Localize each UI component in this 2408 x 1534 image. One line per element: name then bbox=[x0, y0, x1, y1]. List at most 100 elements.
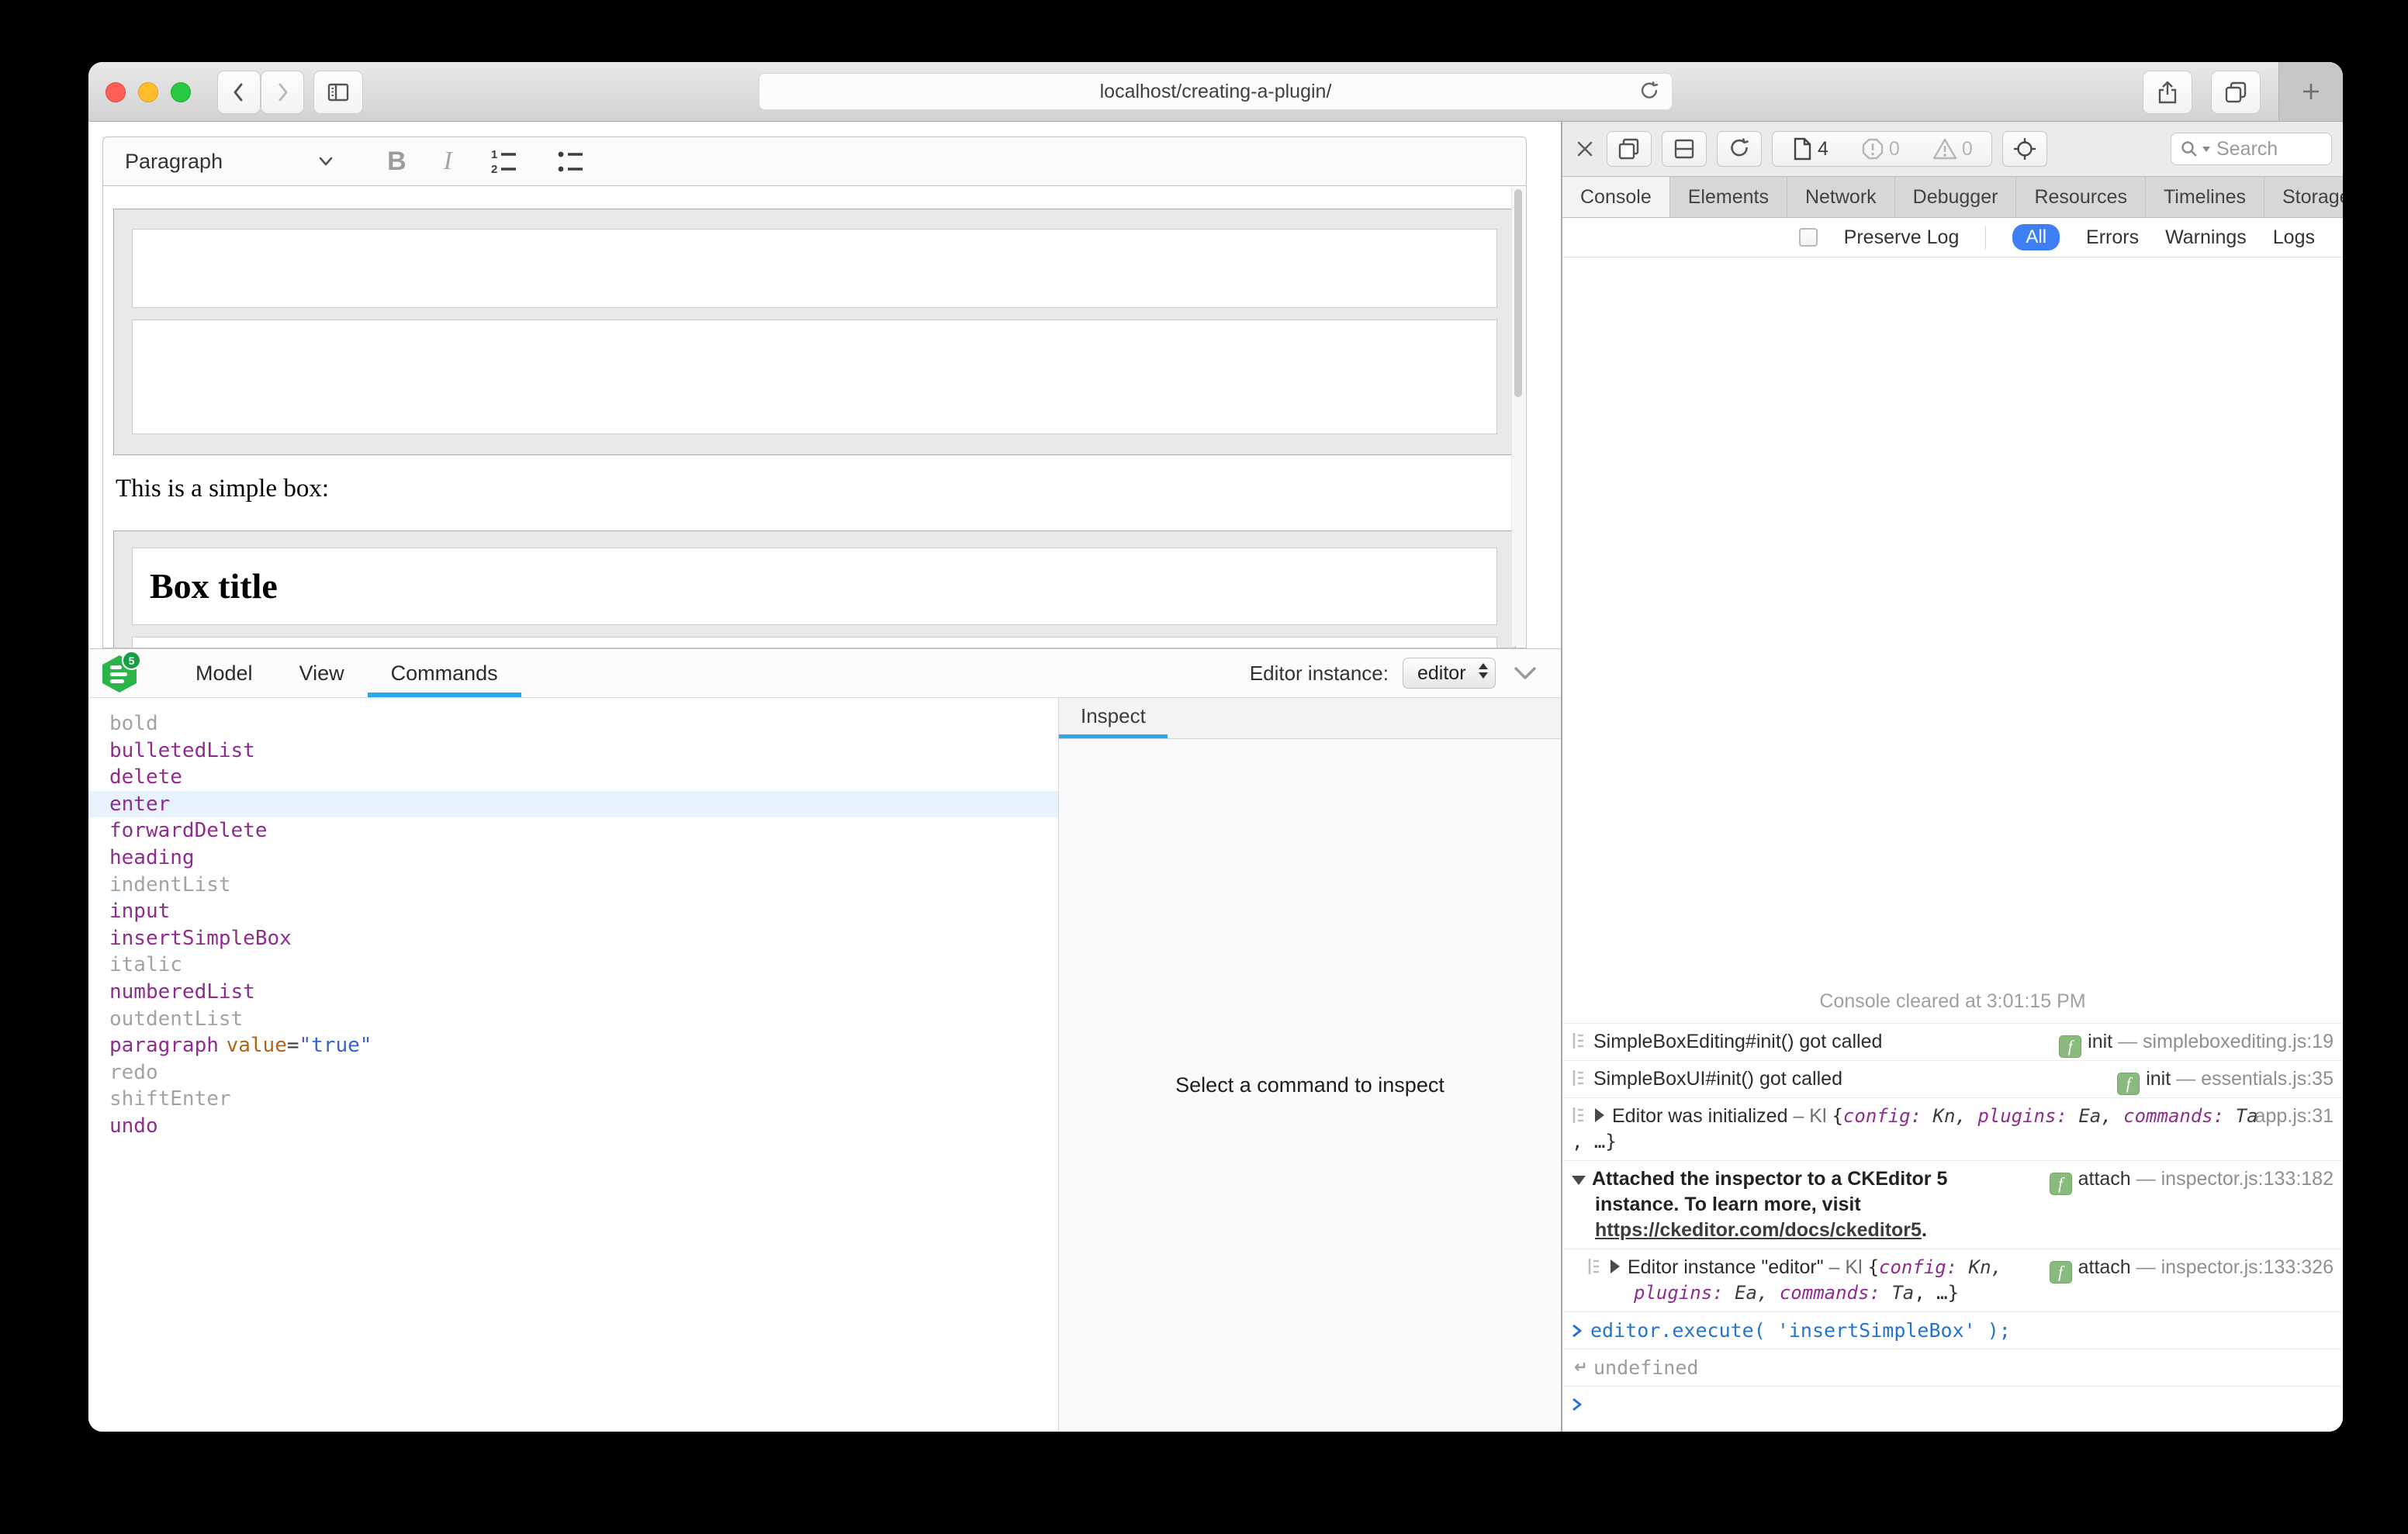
command-item[interactable]: indentList bbox=[88, 872, 1058, 899]
simple-box-description-field[interactable] bbox=[132, 637, 1497, 648]
command-item[interactable]: undo bbox=[88, 1113, 1058, 1140]
editor-editable-area[interactable]: This is a simple box: Box title bbox=[102, 186, 1527, 648]
command-item[interactable]: delete bbox=[88, 764, 1058, 791]
command-item[interactable]: bulletedList bbox=[88, 738, 1058, 765]
search-input[interactable]: Search bbox=[2171, 133, 2332, 165]
function-badge-icon: f bbox=[2050, 1261, 2072, 1284]
console-input-echo-row: editor.execute( 'insertSimpleBox' ); bbox=[1562, 1311, 2343, 1349]
command-item[interactable]: italic bbox=[88, 952, 1058, 979]
editor-toolbar: Paragraph B I 12 bbox=[102, 136, 1527, 186]
share-button[interactable] bbox=[2143, 71, 2192, 114]
console-input-text: editor.execute( 'insertSimpleBox' ); bbox=[1590, 1319, 2011, 1342]
element-selection-button[interactable] bbox=[2002, 131, 2047, 167]
chevron-right-icon bbox=[270, 80, 295, 105]
filter-errors[interactable]: Errors bbox=[2086, 226, 2139, 249]
command-item[interactable]: heading bbox=[88, 845, 1058, 872]
command-item[interactable]: redo bbox=[88, 1059, 1058, 1087]
inspector-header: 5 Model View Commands Editor instance: e… bbox=[88, 649, 1561, 698]
close-window-button[interactable] bbox=[106, 82, 126, 102]
ckeditor-docs-link[interactable]: https://ckeditor.com/docs/ckeditor5 bbox=[1595, 1219, 1922, 1241]
bulleted-list-button[interactable] bbox=[555, 146, 586, 177]
numbered-list-button[interactable]: 12 bbox=[488, 146, 519, 177]
disclosure-triangle-icon[interactable] bbox=[1595, 1108, 1604, 1122]
crosshair-icon bbox=[2012, 136, 2037, 161]
tab-console[interactable]: Console bbox=[1562, 177, 1670, 217]
document-icon bbox=[1791, 136, 1813, 161]
log-icon bbox=[1570, 1068, 1587, 1088]
console-result-text: undefined bbox=[1593, 1356, 1698, 1379]
console-prompt[interactable] bbox=[1562, 1386, 2343, 1432]
scrollbar-thumb[interactable] bbox=[1514, 189, 1522, 397]
tab-debugger[interactable]: Debugger bbox=[1895, 177, 2017, 217]
console-log-row-expandable[interactable]: Editor was initialized – Kl {config: Kn,… bbox=[1562, 1097, 2343, 1160]
browser-titlebar: localhost/creating-a-plugin/ bbox=[88, 62, 2343, 122]
close-devtools-button[interactable] bbox=[1573, 137, 1597, 161]
tab-view[interactable]: View bbox=[276, 649, 368, 697]
command-item-selected[interactable]: enter bbox=[88, 791, 1058, 818]
tab-inspect[interactable]: Inspect bbox=[1059, 698, 1168, 738]
console-filter-bar: Preserve Log All Errors Warnings Logs bbox=[1562, 218, 2343, 257]
tab-storage[interactable]: Storage bbox=[2264, 177, 2343, 217]
return-value-icon bbox=[1570, 1359, 1587, 1377]
tab-elements[interactable]: Elements bbox=[1670, 177, 1787, 217]
editor-scrollbar[interactable] bbox=[1511, 188, 1524, 646]
issues-summary[interactable]: 4 0 0 bbox=[1772, 131, 1992, 167]
disclosure-triangle-icon[interactable] bbox=[1572, 1176, 1586, 1185]
page-count: 4 bbox=[1818, 138, 1828, 161]
simple-box-widget[interactable]: Box title bbox=[113, 530, 1516, 648]
bold-button[interactable]: B bbox=[387, 147, 407, 177]
filter-logs[interactable]: Logs bbox=[2273, 226, 2315, 249]
command-item[interactable]: insertSimpleBox bbox=[88, 925, 1058, 952]
preserve-log-checkbox[interactable] bbox=[1799, 228, 1818, 247]
command-item[interactable]: input bbox=[88, 898, 1058, 925]
console-log-row: SimpleBoxUI#init() got called finit — es… bbox=[1562, 1060, 2343, 1097]
console-output: Console cleared at 3:01:15 PM SimpleBoxE… bbox=[1562, 257, 2343, 1432]
command-item[interactable]: bold bbox=[88, 710, 1058, 738]
tab-overview-button[interactable] bbox=[2211, 71, 2261, 114]
simple-box-description-field[interactable] bbox=[132, 320, 1497, 434]
filter-warnings[interactable]: Warnings bbox=[2165, 226, 2247, 249]
paragraph-dropdown[interactable]: Paragraph bbox=[125, 150, 223, 174]
simple-box-widget-selected[interactable] bbox=[113, 209, 1516, 455]
minimize-window-button[interactable] bbox=[138, 82, 158, 102]
collapse-inspector-button[interactable] bbox=[1510, 662, 1541, 685]
zoom-window-button[interactable] bbox=[171, 82, 191, 102]
inspect-tabbar: Inspect bbox=[1059, 698, 1561, 739]
command-item[interactable]: forwardDelete bbox=[88, 817, 1058, 845]
tab-timelines[interactable]: Timelines bbox=[2146, 177, 2264, 217]
simple-box-title-field[interactable] bbox=[132, 229, 1497, 308]
chevron-down-icon[interactable] bbox=[316, 151, 336, 171]
split-pane-icon bbox=[1672, 136, 1697, 161]
detach-devtools-button[interactable] bbox=[1607, 131, 1652, 167]
tab-network[interactable]: Network bbox=[1787, 177, 1895, 217]
tab-model[interactable]: Model bbox=[172, 649, 276, 697]
command-item[interactable]: outdentList bbox=[88, 1006, 1058, 1033]
editor-instance-select[interactable]: editor bbox=[1403, 658, 1496, 689]
source-location-link[interactable]: essentials.js:35 bbox=[2201, 1068, 2334, 1090]
simple-box-title-field[interactable]: Box title bbox=[132, 548, 1497, 625]
console-log-row-expandable[interactable]: Editor instance "editor" – Kl {config: K… bbox=[1562, 1249, 2343, 1311]
command-item[interactable]: paragraphvalue="true" bbox=[88, 1032, 1058, 1059]
log-message: SimpleBoxUI#init() got called bbox=[1593, 1068, 1842, 1090]
sidebar-toggle-button[interactable] bbox=[313, 71, 363, 114]
disclosure-triangle-icon[interactable] bbox=[1611, 1259, 1620, 1273]
back-button[interactable] bbox=[217, 71, 261, 114]
filter-all[interactable]: All bbox=[2012, 224, 2060, 250]
tab-commands[interactable]: Commands bbox=[368, 649, 521, 697]
dock-devtools-button[interactable] bbox=[1662, 131, 1707, 167]
console-log-row-expanded[interactable]: Attached the inspector to a CKEditor 5 i… bbox=[1562, 1160, 2343, 1249]
address-bar[interactable]: localhost/creating-a-plugin/ bbox=[759, 73, 1673, 110]
new-tab-button[interactable] bbox=[2278, 62, 2343, 121]
source-location-link[interactable]: app.js:31 bbox=[2255, 1105, 2334, 1127]
source-location-link[interactable]: simpleboxediting.js:19 bbox=[2143, 1031, 2334, 1052]
source-location-link[interactable]: inspector.js:133:182 bbox=[2161, 1168, 2334, 1190]
forward-button[interactable] bbox=[261, 71, 304, 114]
tab-resources[interactable]: Resources bbox=[2016, 177, 2146, 217]
reload-icon[interactable] bbox=[1638, 80, 1661, 103]
command-item[interactable]: shiftEnter bbox=[88, 1086, 1058, 1113]
italic-button[interactable]: I bbox=[444, 147, 452, 176]
source-location-link[interactable]: inspector.js:133:326 bbox=[2161, 1256, 2334, 1278]
command-item[interactable]: numberedList bbox=[88, 979, 1058, 1006]
reload-page-button[interactable] bbox=[1717, 131, 1762, 167]
console-result-row: undefined bbox=[1562, 1349, 2343, 1386]
